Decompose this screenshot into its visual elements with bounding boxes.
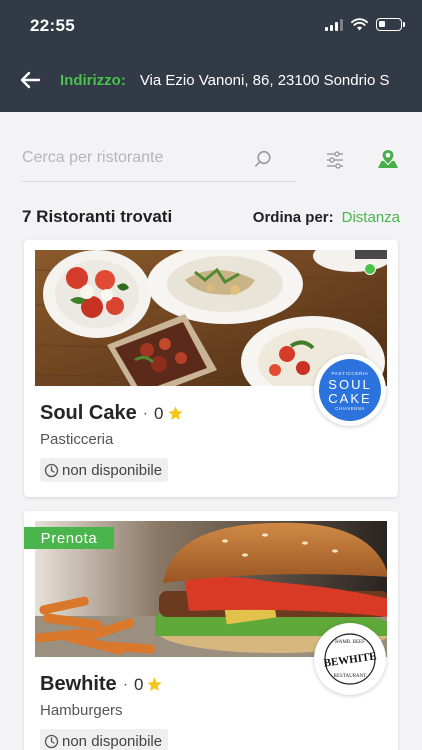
status-icons xyxy=(325,18,405,31)
sliders-icon xyxy=(327,151,343,169)
back-button[interactable] xyxy=(0,60,60,100)
results-count: 7 Ristoranti trovati xyxy=(22,207,173,226)
address-bar: Indirizzo: Via Ezio Vanoni, 86, 23100 So… xyxy=(0,60,422,100)
title-separator: · xyxy=(142,404,149,422)
logo-soul-cake-line1: SOUL xyxy=(328,377,371,392)
status-time: 22:55 xyxy=(30,16,75,35)
search-input[interactable] xyxy=(22,146,250,170)
restaurant-title-row: Bewhite · 0 xyxy=(40,673,163,696)
app-header: 22:55 Indirizzo: Via Ezio Vanoni, 86, 23… xyxy=(0,0,422,112)
sort-select[interactable]: Distanza xyxy=(342,209,400,226)
restaurant-rating: 0 xyxy=(154,403,164,423)
sort-label: Ordina per: xyxy=(252,208,334,226)
restaurant-logo-soul-cake: PASTICCERIA SOUL CAKE CHIAVENNA xyxy=(314,354,386,426)
restaurant-logo-bewhite: HAMB. BEEF BEWHITE RESTAURANT xyxy=(314,623,386,695)
search-row xyxy=(22,138,402,182)
cellular-signal-icon xyxy=(325,18,343,31)
booking-tag: Prenota xyxy=(24,527,114,549)
availability-text: non disponibile xyxy=(62,732,163,750)
logo-bewhite-top-text: HAMB. BEEF xyxy=(335,640,365,645)
restaurant-title-row: Soul Cake · 0 xyxy=(40,402,184,425)
battery-icon xyxy=(376,18,405,31)
clock-icon xyxy=(44,463,59,477)
restaurant-name: Soul Cake xyxy=(40,402,137,424)
availability-text: non disponibile xyxy=(62,461,163,479)
star-icon xyxy=(147,677,163,691)
search-box xyxy=(22,138,296,182)
availability-badge: non disponibile xyxy=(40,458,169,482)
star-icon xyxy=(167,406,183,420)
clock-icon xyxy=(44,734,59,748)
address-value[interactable]: Via Ezio Vanoni, 86, 23100 Sondrio S xyxy=(140,72,390,89)
filter-button[interactable] xyxy=(325,150,345,175)
restaurant-card-soul-cake[interactable]: PASTICCERIA SOUL CAKE CHIAVENNA Soul Cak… xyxy=(24,240,398,497)
restaurant-category: Pasticceria xyxy=(40,431,114,448)
logo-soul-cake-top-text: PASTICCERIA xyxy=(332,371,369,376)
results-header: 7 Ristoranti trovati Ordina per: Distanz… xyxy=(22,205,400,229)
availability-badge: non disponibile xyxy=(40,729,169,750)
restaurant-category: Hamburgers xyxy=(40,702,123,719)
map-button[interactable] xyxy=(376,148,400,175)
logo-bewhite-bottom-text: RESTAURANT xyxy=(334,674,367,679)
restaurant-rating: 0 xyxy=(134,674,144,694)
wifi-icon xyxy=(351,18,368,31)
title-separator: · xyxy=(122,675,129,693)
address-label: Indirizzo: xyxy=(60,71,126,89)
map-pin-icon xyxy=(378,148,398,168)
online-indicator xyxy=(364,263,376,275)
arrow-left-icon xyxy=(20,71,41,89)
status-bar: 22:55 xyxy=(0,0,422,50)
logo-soul-cake-bottom-text: CHIAVENNA xyxy=(335,406,365,411)
logo-soul-cake-line2: CAKE xyxy=(328,391,371,406)
search-icon[interactable] xyxy=(254,150,272,173)
restaurant-card-bewhite[interactable]: Prenota HAMB. BEEF BEWHITE RESTAURANT Be… xyxy=(24,511,398,750)
restaurant-name: Bewhite xyxy=(40,673,117,695)
sort-control: Ordina per: Distanza xyxy=(253,209,400,226)
